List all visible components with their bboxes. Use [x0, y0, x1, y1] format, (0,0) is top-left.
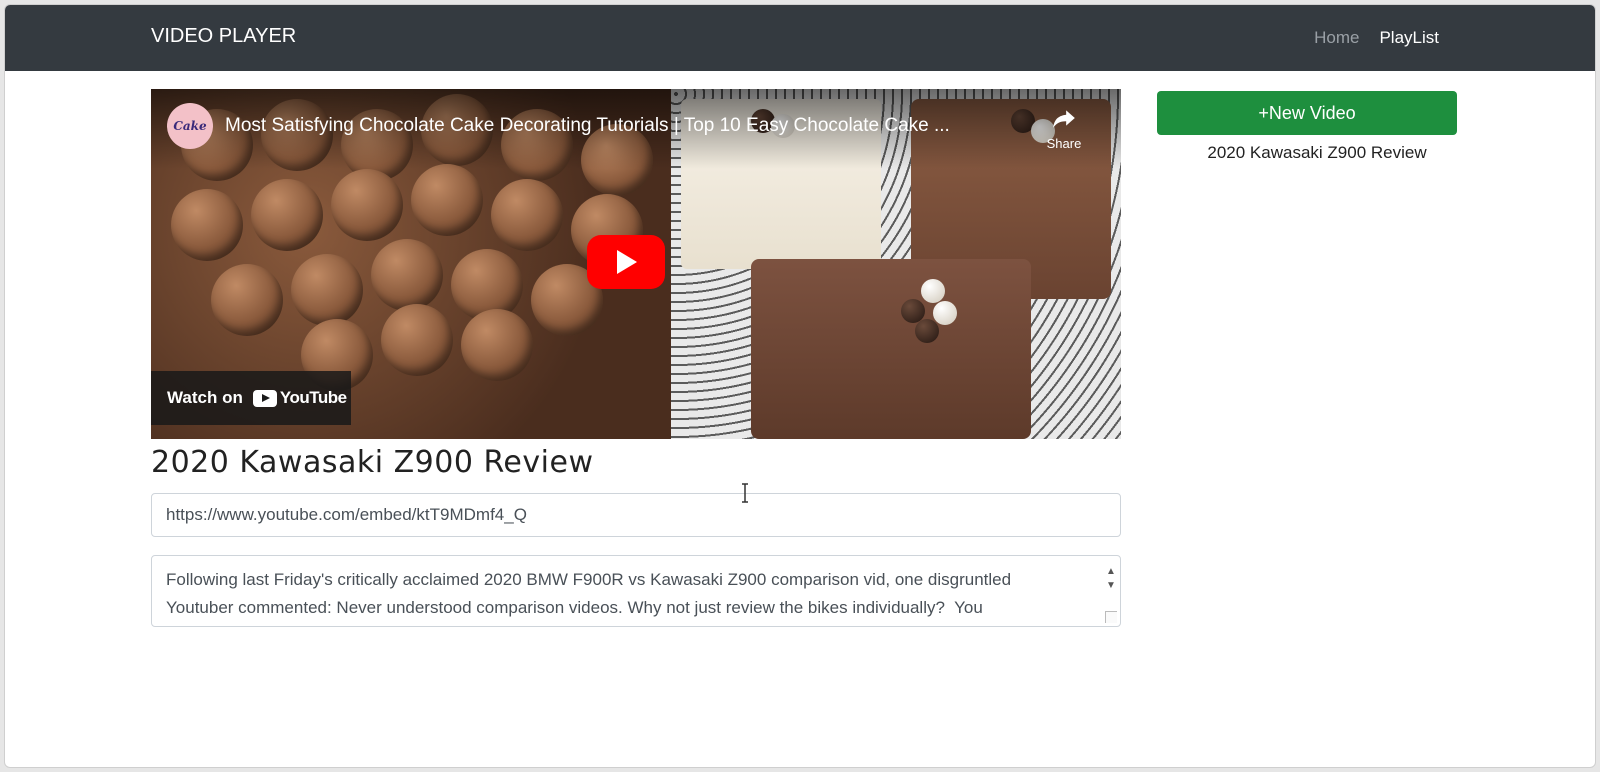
textarea-scroll-arrows[interactable]: ▲ ▼ [1105, 565, 1117, 593]
play-icon [617, 250, 637, 274]
navbar: VIDEO PLAYER Home PlayList [5, 5, 1595, 71]
youtube-logo: YouTube [252, 388, 347, 408]
share-button[interactable]: Share [1039, 105, 1089, 151]
nav-link-playlist[interactable]: PlayList [1379, 28, 1439, 48]
watch-on-youtube-button[interactable]: Watch on YouTube [151, 371, 351, 425]
share-label: Share [1046, 136, 1082, 151]
youtube-label: YouTube [279, 388, 347, 407]
share-icon [1053, 110, 1075, 128]
playlist-item[interactable]: 2020 Kawasaki Z900 Review [1157, 143, 1477, 163]
browser-window: VIDEO PLAYER Home PlayList Cake Most Sat… [4, 4, 1596, 768]
new-video-button[interactable]: +New Video [1157, 91, 1457, 135]
video-url-input[interactable] [151, 493, 1121, 537]
play-button[interactable] [587, 235, 665, 289]
page-title: 2020 Kawasaki Z900 Review [151, 445, 594, 480]
channel-logo[interactable]: Cake [167, 103, 213, 149]
brand-title[interactable]: VIDEO PLAYER [151, 25, 296, 48]
video-description-textarea[interactable]: Following last Friday's critically accla… [151, 555, 1121, 627]
nav-link-home[interactable]: Home [1314, 28, 1359, 48]
nav-links: Home PlayList [1314, 28, 1439, 48]
video-title[interactable]: Most Satisfying Chocolate Cake Decoratin… [225, 115, 950, 137]
youtube-icon [252, 389, 277, 407]
video-player[interactable]: Cake Most Satisfying Chocolate Cake Deco… [151, 89, 1121, 439]
watch-on-label: Watch on [167, 388, 243, 407]
textarea-resize-handle[interactable] [1105, 611, 1117, 623]
text-cursor-icon [742, 483, 748, 503]
